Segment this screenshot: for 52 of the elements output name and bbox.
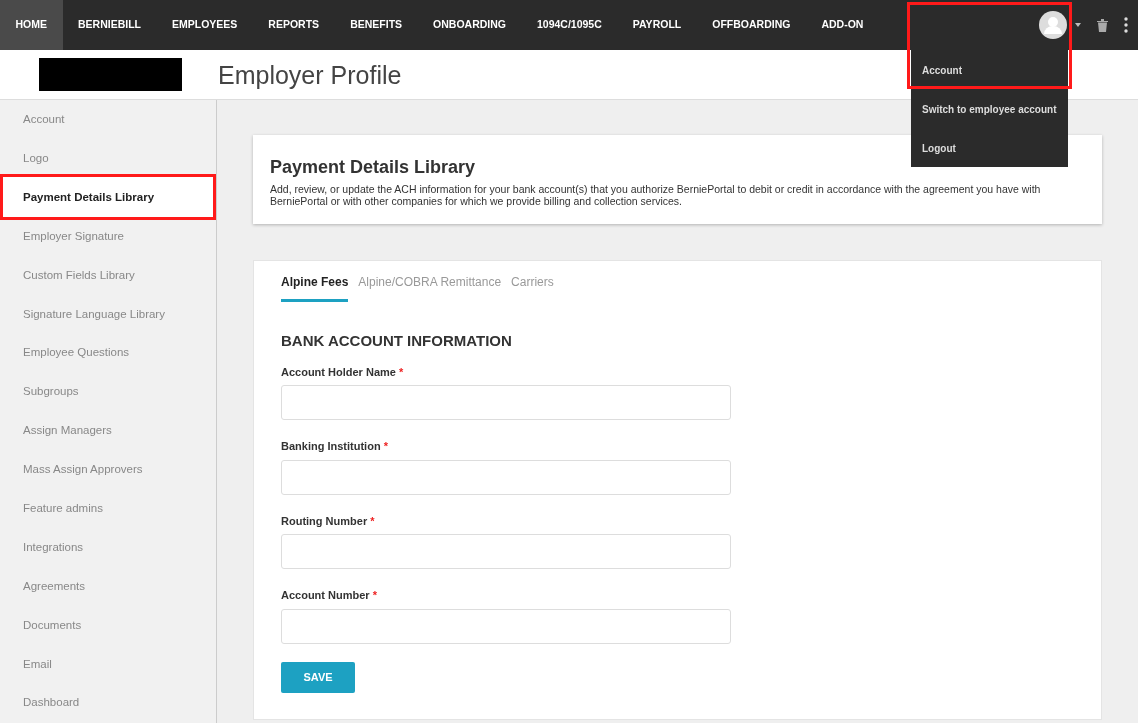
avatar-icon [1039, 11, 1067, 39]
trash-icon[interactable] [1097, 18, 1108, 32]
nav-tab[interactable]: REPORTS [252, 0, 335, 50]
sidebar-item[interactable]: Account [0, 100, 216, 139]
sidebar-item[interactable]: Subgroups [0, 372, 216, 412]
input-field[interactable] [281, 385, 731, 421]
sidebar-item[interactable]: Agreements [0, 566, 216, 606]
required-mark: * [383, 440, 388, 453]
nav-tab[interactable]: ADD-ON [805, 0, 879, 50]
tab[interactable]: Alpine Fees [281, 264, 349, 302]
card-title: Payment Details Library [270, 157, 477, 179]
menu-item[interactable]: Account [907, 50, 1072, 89]
card-description: Add, review, or update the ACH information for your bank account(s) that you authorize BerniePortal to debit or credit in accordance with the agreement you have with BerniePortal or with other companies for which we provide billing and collection services. [270, 182, 1042, 208]
menu-item[interactable]: Logout [911, 128, 1068, 167]
nav-tab[interactable]: BERNIEBILL [62, 0, 157, 50]
input-field[interactable] [281, 534, 731, 570]
sidebar-item[interactable]: Employee Questions [0, 333, 216, 373]
caret-icon [1075, 23, 1081, 27]
user-menu-toggle[interactable] [1039, 11, 1081, 39]
more-icon[interactable] [1124, 17, 1128, 33]
input-field[interactable] [281, 608, 731, 644]
sidebar-item[interactable]: Mass Assign Approvers [0, 450, 216, 489]
field-label: Routing Number * [281, 513, 376, 529]
sidebar-item[interactable]: Signature Language Library [0, 294, 216, 334]
sidebar-item[interactable]: Assign Managers [0, 411, 216, 451]
nav-tab[interactable]: OFFBOARDING [696, 0, 806, 50]
sidebar-item[interactable]: Payment Details Library [0, 173, 216, 220]
sidebar-item[interactable]: Dashboard [0, 683, 216, 723]
nav-tab[interactable]: EMPLOYEES [156, 0, 253, 50]
tab[interactable]: Carriers [511, 264, 554, 302]
sidebar-item[interactable]: Feature admins [0, 489, 216, 528]
field-label: Account Holder Name * [281, 364, 405, 380]
input-field[interactable] [281, 459, 731, 495]
page-title: Employer Profile [218, 59, 402, 90]
sidebar-item[interactable]: Custom Fields Library [0, 255, 216, 295]
sidebar-item[interactable]: Documents [0, 605, 216, 645]
menu-item[interactable]: Switch to employee account [911, 89, 1068, 128]
save-button[interactable]: SAVE [281, 661, 355, 693]
required-mark: * [372, 589, 377, 602]
sidebar-item[interactable]: Email [0, 644, 216, 684]
sidebar-item[interactable]: Integrations [0, 527, 216, 567]
section-heading: BANK ACCOUNT INFORMATION [281, 331, 513, 350]
required-mark: * [370, 514, 375, 527]
tab[interactable]: Alpine/COBRA Remittance [358, 264, 502, 302]
nav-tab[interactable]: HOME [0, 0, 63, 50]
nav-tab[interactable]: BENEFITS [334, 0, 418, 50]
nav-tab[interactable]: 1094C/1095C [521, 0, 618, 50]
required-mark: * [399, 365, 404, 378]
nav-tab[interactable]: ONBOARDING [417, 0, 522, 50]
field-label: Account Number * [281, 588, 378, 604]
nav-tab[interactable]: PAYROLL [617, 0, 697, 50]
field-label: Banking Institution * [281, 439, 389, 455]
